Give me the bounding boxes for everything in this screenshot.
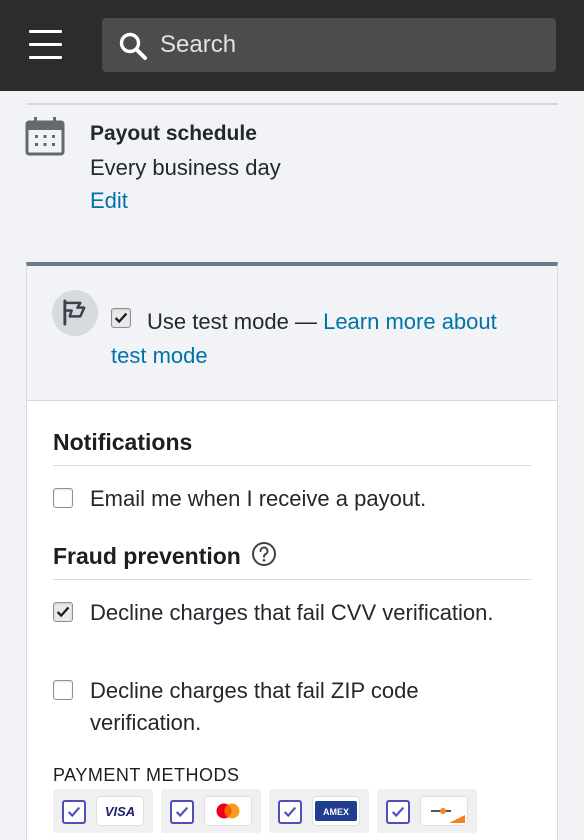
payment-method-discover[interactable] — [377, 789, 477, 833]
divider — [53, 579, 532, 580]
fraud-prevention-title: Fraud prevention — [53, 541, 277, 570]
notification-option[interactable]: Email me when I receive a payout. — [53, 483, 523, 515]
search-icon — [119, 32, 147, 60]
discover-card-icon — [421, 797, 467, 825]
search-box[interactable] — [102, 18, 556, 72]
divider — [27, 103, 558, 105]
svg-text:VISA: VISA — [105, 804, 135, 819]
help-circle-icon[interactable] — [251, 541, 277, 567]
zip-checkbox[interactable] — [53, 680, 73, 700]
top-bar — [0, 0, 584, 91]
flag-icon — [63, 299, 86, 326]
visa-card-icon: VISA — [97, 797, 143, 825]
payout-schedule-value: Every business day — [90, 155, 281, 180]
mastercard-checkbox[interactable] — [170, 800, 194, 824]
fraud-option[interactable]: Decline charges that fail ZIP code verif… — [53, 675, 523, 739]
calendar-icon — [25, 117, 65, 156]
flag-badge — [52, 290, 98, 336]
notifications-title: Notifications — [53, 429, 193, 455]
payment-method-visa[interactable]: VISA — [53, 789, 153, 833]
notification-option-label: Email me when I receive a payout. — [90, 486, 427, 511]
cvv-checkbox[interactable] — [53, 602, 73, 622]
payout-schedule-title: Payout schedule — [90, 122, 257, 145]
email-payout-checkbox[interactable] — [53, 488, 73, 508]
visa-checkbox[interactable] — [62, 800, 86, 824]
payment-methods-title: PAYMENT METHODS — [53, 765, 240, 785]
mastercard-icon — [205, 797, 251, 825]
amex-card-icon: AMEX — [313, 797, 359, 825]
test-mode-label: Use test mode — Learn more about test mo… — [111, 305, 531, 373]
discover-checkbox[interactable] — [386, 800, 410, 824]
test-mode-text: Use test mode — — [147, 309, 324, 334]
svg-text:AMEX: AMEX — [323, 807, 349, 817]
payment-method-amex[interactable]: AMEX — [269, 789, 369, 833]
divider — [53, 465, 532, 466]
fraud-option[interactable]: Decline charges that fail CVV verificati… — [53, 597, 523, 629]
fraud-option-label: Decline charges that fail ZIP code verif… — [90, 678, 419, 735]
test-mode-panel: Use test mode — Learn more about test mo… — [26, 262, 558, 401]
search-input[interactable] — [160, 18, 540, 72]
hamburger-menu-icon[interactable] — [29, 30, 62, 60]
fraud-prevention-title-text: Fraud prevention — [53, 543, 241, 569]
settings-card: Notifications Email me when I receive a … — [26, 401, 558, 840]
amex-checkbox[interactable] — [278, 800, 302, 824]
payment-method-mastercard[interactable] — [161, 789, 261, 833]
payout-edit-link[interactable]: Edit — [90, 188, 128, 214]
fraud-option-label: Decline charges that fail CVV verificati… — [90, 600, 494, 625]
